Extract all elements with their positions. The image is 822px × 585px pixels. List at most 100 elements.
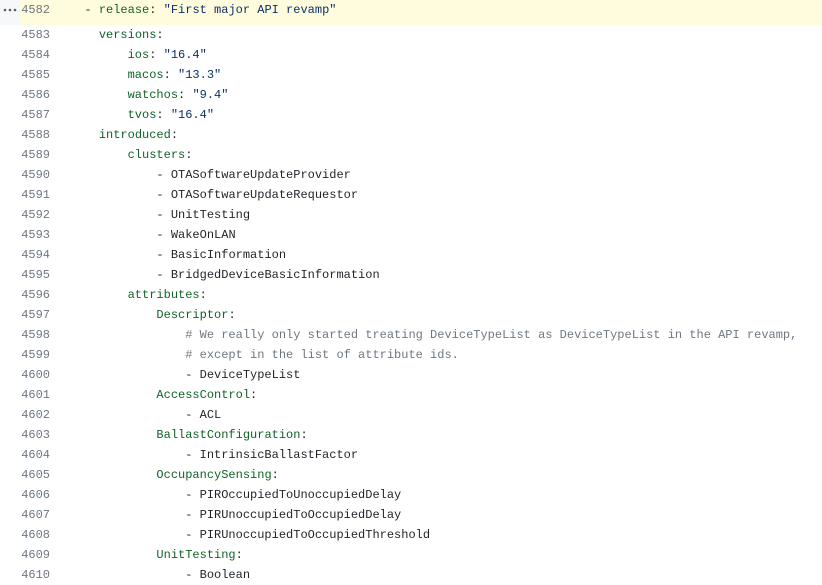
code-token: BridgedDeviceBasicInformation — [171, 268, 380, 282]
code-line: 4590 - OTASoftwareUpdateProvider — [0, 165, 822, 185]
code-token: tvos — [128, 108, 157, 122]
code-token: ios — [128, 48, 150, 62]
code-token: UnitTesting — [156, 548, 235, 562]
line-number[interactable]: 4605 — [20, 465, 60, 485]
line-number[interactable]: 4594 — [20, 245, 60, 265]
line-number[interactable]: 4589 — [20, 145, 60, 165]
code-content: versions: — [60, 25, 822, 45]
code-token: - — [156, 248, 170, 262]
code-token: : — [156, 28, 163, 42]
code-content: # except in the list of attribute ids. — [60, 345, 822, 365]
code-token: AccessControl — [156, 388, 250, 402]
code-content: OccupancySensing: — [60, 465, 822, 485]
line-number[interactable]: 4596 — [20, 285, 60, 305]
code-token: DeviceTypeList — [200, 368, 301, 382]
code-token: - — [156, 208, 170, 222]
code-token: Boolean — [200, 568, 250, 582]
line-number[interactable]: 4588 — [20, 125, 60, 145]
line-number[interactable]: 4590 — [20, 165, 60, 185]
code-content: - release: "First major API revamp" — [60, 0, 822, 20]
code-line: 4582 - release: "First major API revamp" — [0, 0, 822, 25]
code-token: : — [185, 148, 192, 162]
code-line: 4587 tvos: "16.4" — [0, 105, 822, 125]
code-token: : — [250, 388, 257, 402]
code-line: 4595 - BridgedDeviceBasicInformation — [0, 265, 822, 285]
code-token: : — [149, 48, 163, 62]
code-content: - PIROccupiedToUnoccupiedDelay — [60, 485, 822, 505]
line-number[interactable]: 4607 — [20, 505, 60, 525]
line-number[interactable]: 4602 — [20, 405, 60, 425]
line-number[interactable]: 4598 — [20, 325, 60, 345]
expand-dots-icon[interactable] — [0, 0, 20, 20]
code-line: 4594 - BasicInformation — [0, 245, 822, 265]
code-token: - — [185, 528, 199, 542]
code-line: 4608 - PIRUnoccupiedToOccupiedThreshold — [0, 525, 822, 545]
line-number[interactable]: 4606 — [20, 485, 60, 505]
line-number[interactable]: 4601 — [20, 385, 60, 405]
code-content: - IntrinsicBallastFactor — [60, 445, 822, 465]
code-token: - — [185, 508, 199, 522]
code-token: : — [164, 68, 178, 82]
code-listing: 4582 - release: "First major API revamp"… — [0, 0, 822, 585]
line-number[interactable]: 4585 — [20, 65, 60, 85]
code-token: PIRUnoccupiedToOccupiedThreshold — [200, 528, 430, 542]
line-number[interactable]: 4592 — [20, 205, 60, 225]
code-content: - WakeOnLAN — [60, 225, 822, 245]
code-token: Descriptor — [156, 308, 228, 322]
line-number[interactable]: 4610 — [20, 565, 60, 585]
code-token: - — [185, 408, 199, 422]
code-line: 4605 OccupancySensing: — [0, 465, 822, 485]
code-content: attributes: — [60, 285, 822, 305]
code-token: - — [185, 368, 199, 382]
code-content: - OTASoftwareUpdateRequestor — [60, 185, 822, 205]
code-token: : — [236, 548, 243, 562]
code-token: : — [300, 428, 307, 442]
code-token: : — [228, 308, 235, 322]
line-number[interactable]: 4597 — [20, 305, 60, 325]
code-line: 4603 BallastConfiguration: — [0, 425, 822, 445]
line-number[interactable]: 4587 — [20, 105, 60, 125]
code-content: clusters: — [60, 145, 822, 165]
expand-cell — [0, 0, 20, 25]
code-token: BasicInformation — [171, 248, 286, 262]
line-number[interactable]: 4608 — [20, 525, 60, 545]
code-token: : — [171, 128, 178, 142]
line-number[interactable]: 4584 — [20, 45, 60, 65]
line-number[interactable]: 4599 — [20, 345, 60, 365]
code-token: - — [185, 568, 199, 582]
code-token: # We really only started treating Device… — [185, 328, 797, 342]
code-token: - — [185, 448, 199, 462]
code-line: 4599 # except in the list of attribute i… — [0, 345, 822, 365]
code-content: watchos: "9.4" — [60, 85, 822, 105]
code-token: watchos — [128, 88, 178, 102]
code-token: "First major API revamp" — [164, 3, 337, 17]
line-number[interactable]: 4595 — [20, 265, 60, 285]
code-line: 4585 macos: "13.3" — [0, 65, 822, 85]
code-line: 4584 ios: "16.4" — [0, 45, 822, 65]
code-line: 4586 watchos: "9.4" — [0, 85, 822, 105]
code-content: introduced: — [60, 125, 822, 145]
code-token: release — [99, 3, 149, 17]
code-token: IntrinsicBallastFactor — [200, 448, 358, 462]
code-token: "13.3" — [178, 68, 221, 82]
line-number[interactable]: 4603 — [20, 425, 60, 445]
line-number[interactable]: 4586 — [20, 85, 60, 105]
code-content: BallastConfiguration: — [60, 425, 822, 445]
code-token: : — [149, 3, 163, 17]
line-number[interactable]: 4593 — [20, 225, 60, 245]
code-content: ios: "16.4" — [60, 45, 822, 65]
code-token: : — [156, 108, 170, 122]
line-number[interactable]: 4604 — [20, 445, 60, 465]
line-number[interactable]: 4600 — [20, 365, 60, 385]
code-line: 4602 - ACL — [0, 405, 822, 425]
code-token: PIROccupiedToUnoccupiedDelay — [200, 488, 402, 502]
line-number[interactable]: 4583 — [20, 25, 60, 45]
code-line: 4609 UnitTesting: — [0, 545, 822, 565]
code-token: attributes — [128, 288, 200, 302]
line-number[interactable]: 4609 — [20, 545, 60, 565]
code-token: OccupancySensing — [156, 468, 271, 482]
code-content: macos: "13.3" — [60, 65, 822, 85]
line-number[interactable]: 4582 — [20, 0, 60, 20]
code-content: # We really only started treating Device… — [60, 325, 822, 345]
line-number[interactable]: 4591 — [20, 185, 60, 205]
